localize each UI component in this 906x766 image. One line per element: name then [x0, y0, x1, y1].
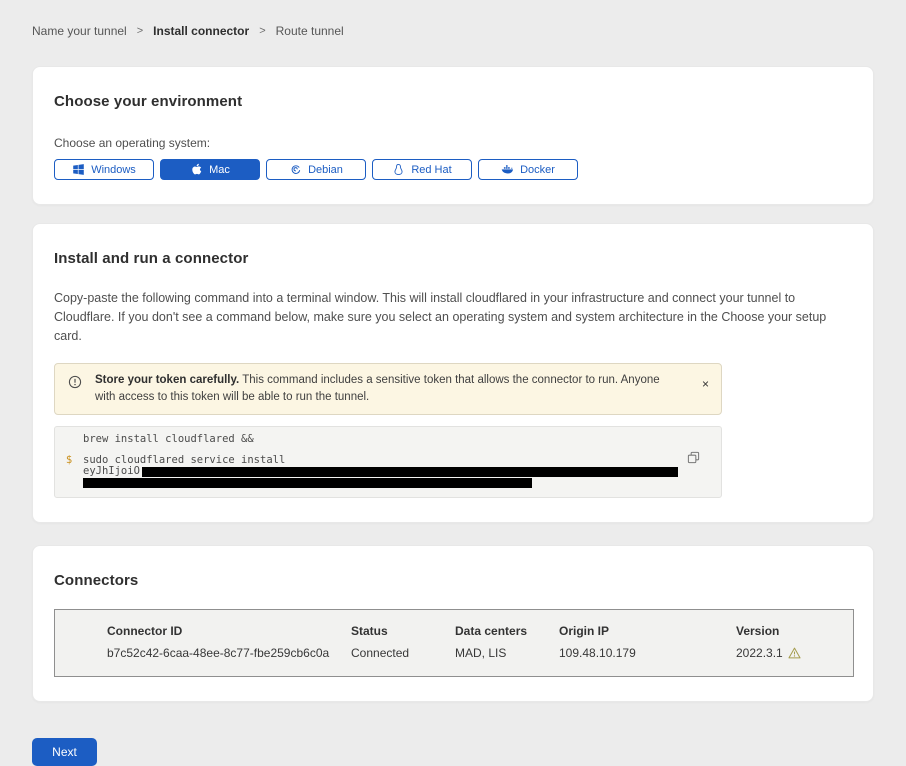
header-status: Status	[351, 624, 455, 638]
debian-icon	[289, 163, 302, 176]
os-select-label: Choose an operating system:	[54, 136, 852, 150]
token-warning-banner: Store your token carefully. This command…	[54, 363, 722, 415]
status-badge: Connected	[351, 646, 455, 660]
cell-data-centers: MAD, LIS	[455, 646, 559, 660]
choose-environment-card: Choose your environment Choose an operat…	[32, 66, 874, 205]
code-line-1: brew install cloudflared &&	[55, 434, 721, 445]
token-warning-bold: Store your token carefully.	[95, 374, 239, 386]
os-button-mac[interactable]: Mac	[160, 159, 260, 180]
code-line-token: eyJhIjoiO	[55, 466, 721, 477]
install-description: Copy-paste the following command into a …	[54, 289, 849, 346]
redacted-token-bar	[83, 478, 532, 488]
redhat-linux-icon	[392, 163, 405, 176]
copy-command-button[interactable]	[687, 451, 700, 464]
header-version: Version	[736, 624, 896, 638]
apple-icon	[190, 163, 203, 176]
connectors-card: Connectors Connector ID Status Data cent…	[32, 545, 874, 702]
code-line-2: $sudo cloudflared service install	[55, 455, 721, 466]
os-button-debian[interactable]: Debian	[266, 159, 366, 180]
install-connector-title: Install and run a connector	[54, 250, 852, 267]
table-header-row: Connector ID Status Data centers Origin …	[107, 624, 853, 638]
shell-prompt: $	[55, 455, 83, 466]
tunnel-setup-page: Name your tunnel > Install connector > R…	[0, 0, 906, 766]
breadcrumb-name-your-tunnel[interactable]: Name your tunnel	[32, 24, 127, 38]
windows-icon	[72, 163, 85, 176]
next-button[interactable]: Next	[32, 738, 97, 766]
connectors-title: Connectors	[54, 572, 852, 589]
breadcrumb-install-connector[interactable]: Install connector	[153, 24, 249, 38]
os-button-label: Windows	[91, 164, 136, 176]
os-button-label: Debian	[308, 164, 343, 176]
os-button-redhat[interactable]: Red Hat	[372, 159, 472, 180]
install-command-code-block: brew install cloudflared && $sudo cloudf…	[54, 426, 722, 498]
os-button-docker[interactable]: Docker	[478, 159, 578, 180]
redacted-token-bar	[142, 467, 678, 477]
connectors-table: Connector ID Status Data centers Origin …	[54, 609, 854, 677]
cell-connector-id: b7c52c42-6caa-48ee-8c77-fbe259cb6c0a	[107, 646, 351, 660]
copy-icon	[687, 451, 700, 464]
os-button-label: Docker	[520, 164, 555, 176]
table-row: b7c52c42-6caa-48ee-8c77-fbe259cb6c0a Con…	[107, 646, 853, 660]
alert-circle-icon	[68, 375, 82, 389]
breadcrumb: Name your tunnel > Install connector > R…	[32, 0, 874, 38]
os-button-windows[interactable]: Windows	[54, 159, 154, 180]
breadcrumb-separator: >	[259, 25, 265, 37]
token-warning-text: Store your token carefully. This command…	[95, 372, 680, 406]
choose-environment-title: Choose your environment	[54, 93, 852, 110]
docker-icon	[501, 163, 514, 176]
cell-version: 2022.3.1	[736, 646, 783, 660]
cell-origin-ip: 109.48.10.179	[559, 646, 736, 660]
os-button-label: Mac	[209, 164, 230, 176]
breadcrumb-separator: >	[137, 25, 143, 37]
os-button-label: Red Hat	[411, 164, 451, 176]
code-line-token-continued	[55, 477, 721, 488]
header-data-centers: Data centers	[455, 624, 559, 638]
warning-triangle-icon	[788, 647, 801, 659]
os-button-group: Windows Mac Debian Red Hat	[54, 159, 852, 180]
install-connector-card: Install and run a connector Copy-paste t…	[32, 223, 874, 523]
header-connector-id: Connector ID	[107, 624, 351, 638]
header-origin-ip: Origin IP	[559, 624, 736, 638]
breadcrumb-route-tunnel[interactable]: Route tunnel	[276, 24, 344, 38]
dismiss-warning-button[interactable]: ×	[702, 378, 709, 390]
